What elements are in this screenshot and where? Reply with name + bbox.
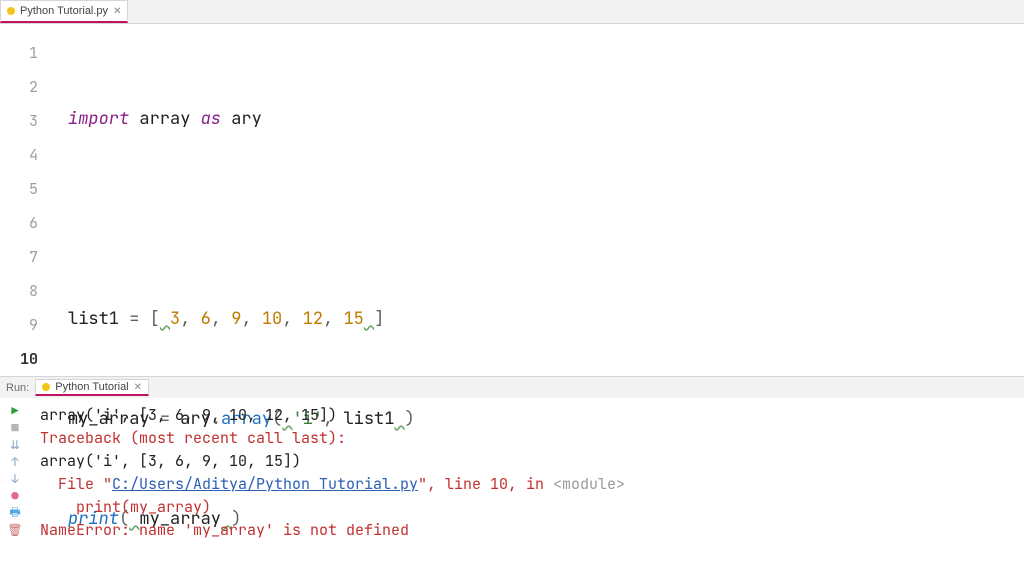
code-line[interactable] — [56, 202, 1024, 236]
number-literal: 3 — [170, 308, 180, 330]
run-label: Run: — [6, 382, 29, 394]
run-action-gutter: ▶ ■ ⇊ ↑ ↓ ● 🖶 🗑 — [0, 398, 30, 565]
code-line[interactable]: import array as ary — [56, 102, 1024, 136]
number-literal: 12 — [303, 308, 323, 330]
line-number: 2 — [0, 70, 56, 104]
line-number: 6 — [0, 206, 56, 240]
python-file-icon — [7, 7, 15, 15]
traceback-code: print(my_array) — [40, 497, 211, 517]
file-tab[interactable]: Python Tutorial.py ✕ — [0, 0, 128, 23]
console-output[interactable]: array('i', [3, 6, 9, 10, 12, 15]) Traceb… — [30, 398, 1024, 565]
trash-icon[interactable]: 🗑 — [8, 523, 22, 537]
line-number: 1 — [0, 36, 56, 70]
line-number: 4 — [0, 138, 56, 172]
line-number: 3 — [0, 104, 56, 138]
operator: = — [129, 308, 139, 330]
line-number: 5 — [0, 172, 56, 206]
number-literal: 15 — [343, 308, 363, 330]
traceback-header: Traceback (most recent call last): — [40, 428, 346, 448]
close-icon[interactable]: ✕ — [113, 6, 121, 17]
line-number: 9 — [0, 308, 56, 342]
record-icon[interactable]: ● — [8, 489, 22, 503]
scroll-down-icon[interactable]: ↓ — [8, 472, 22, 486]
line-number-gutter: 1 2 3 4 5 6 7 8 9 10 — [0, 24, 56, 376]
line-number: 10 — [0, 342, 56, 376]
stdout-line: array('i', [3, 6, 9, 10, 15]) — [40, 451, 301, 471]
number-literal: 6 — [201, 308, 211, 330]
keyword-import: import — [68, 108, 129, 130]
line-number: 8 — [0, 274, 56, 308]
number-literal: 10 — [262, 308, 282, 330]
close-icon[interactable]: ✕ — [134, 382, 142, 393]
code-area[interactable]: import array as ary list1 = [ 3, 6, 9, 1… — [56, 24, 1024, 376]
keyword-as: as — [201, 108, 221, 130]
module-name: array — [139, 108, 190, 130]
run-toolwindow: ▶ ■ ⇊ ↑ ↓ ● 🖶 🗑 array('i', [3, 6, 9, 10,… — [0, 398, 1024, 565]
python-run-icon — [42, 383, 50, 391]
scroll-up-icon[interactable]: ↑ — [8, 455, 22, 469]
stdout-line: array('i', [3, 6, 9, 10, 12, 15]) — [40, 405, 337, 425]
code-line[interactable]: list1 = [ 3, 6, 9, 10, 12, 15 ] — [56, 302, 1024, 336]
run-config-name: Python Tutorial — [55, 381, 128, 393]
file-tab-label: Python Tutorial.py — [20, 5, 108, 17]
identifier: list1 — [68, 308, 119, 330]
rerun-icon[interactable]: ▶ — [8, 404, 22, 418]
traceback-file: File "C:/Users/Aditya/Python Tutorial.py… — [40, 474, 625, 494]
run-config-tab[interactable]: Python Tutorial ✕ — [35, 379, 149, 396]
traceback-path-link[interactable]: C:/Users/Aditya/Python Tutorial.py — [112, 474, 418, 494]
stack-down-icon[interactable]: ⇊ — [8, 438, 22, 452]
traceback-error: NameError: name 'my_array' is not define… — [40, 520, 409, 540]
line-number: 7 — [0, 240, 56, 274]
editor-tab-strip: Python Tutorial.py ✕ — [0, 0, 1024, 24]
print-icon[interactable]: 🖶 — [8, 506, 22, 520]
alias-name: ary — [231, 108, 262, 130]
stop-icon[interactable]: ■ — [8, 421, 22, 435]
number-literal: 9 — [231, 308, 241, 330]
code-editor[interactable]: 1 2 3 4 5 6 7 8 9 10 import array as ary… — [0, 24, 1024, 376]
